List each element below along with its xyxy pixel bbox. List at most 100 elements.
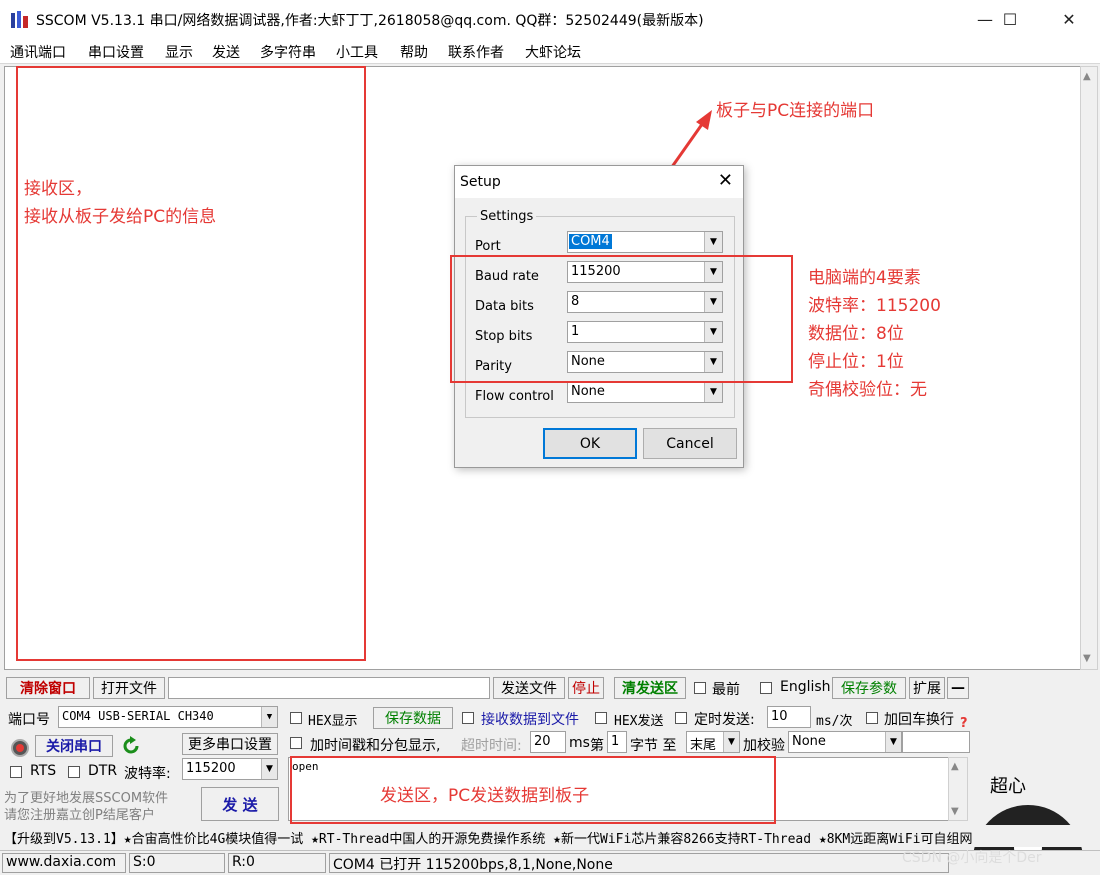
clear-send-button[interactable]: 清发送区: [614, 677, 686, 699]
hex-send-checkbox[interactable]: [595, 712, 607, 724]
cancel-button[interactable]: Cancel: [643, 428, 737, 459]
receive-area-note-1: 接收区，: [24, 179, 92, 199]
stop-button[interactable]: 停止: [568, 677, 604, 699]
file-path-input[interactable]: [168, 677, 490, 699]
interval-unit: ms/次: [816, 714, 853, 729]
menu-item-comm-port[interactable]: 通讯端口: [10, 42, 66, 62]
chevron-down-icon[interactable]: ▼: [723, 732, 739, 752]
english-label: English: [780, 679, 831, 695]
checksum-label: 加校验: [743, 738, 785, 754]
send-file-button[interactable]: 发送文件: [493, 677, 565, 699]
recv-to-file-label: 接收数据到文件: [481, 712, 579, 728]
watermark: CSDN @小向是个Der: [902, 850, 1042, 866]
chevron-down-icon[interactable]: ▼: [261, 707, 277, 727]
refresh-icon[interactable]: [120, 735, 142, 757]
chevron-down-icon[interactable]: ▼: [885, 732, 901, 752]
collapse-button[interactable]: —: [947, 677, 969, 699]
menu-item-send[interactable]: 发送: [212, 42, 240, 62]
dialog-close-icon[interactable]: ✕: [718, 170, 733, 191]
menu-item-serial-settings[interactable]: 串口设置: [88, 42, 144, 62]
timeout-unit: ms: [569, 735, 590, 751]
checksum-select[interactable]: None ▼: [788, 731, 902, 753]
save-params-button[interactable]: 保存参数: [832, 677, 906, 699]
chevron-down-icon[interactable]: ▼: [261, 759, 277, 779]
english-checkbox[interactable]: [760, 682, 772, 694]
flow-control-select[interactable]: None ▼: [567, 381, 723, 403]
byte-end-select[interactable]: 末尾 ▼: [686, 731, 740, 753]
port-number-label: 端口号: [8, 712, 50, 728]
baud-rate-select[interactable]: 115200 ▼: [182, 758, 278, 780]
hex-display-label: HEX显示: [308, 714, 358, 729]
chevron-down-icon[interactable]: ▼: [704, 382, 722, 402]
rts-checkbox[interactable]: [10, 766, 22, 778]
add-crlf-checkbox[interactable]: [866, 712, 878, 724]
add-crlf-label: 加回车换行: [884, 712, 954, 728]
topmost-label: 最前: [712, 682, 740, 698]
port-number-select[interactable]: COM4 USB-SERIAL CH340 ▼: [58, 706, 278, 728]
timestamp-checkbox[interactable]: [290, 737, 302, 749]
menu-item-tools[interactable]: 小工具: [336, 42, 378, 62]
port-note: 板子与PC连接的端口: [716, 101, 875, 121]
maximize-button[interactable]: ☐: [987, 0, 1033, 38]
open-file-button[interactable]: 打开文件: [93, 677, 165, 699]
interval-value: 10: [771, 709, 788, 724]
save-data-button[interactable]: 保存数据: [373, 707, 453, 729]
more-serial-settings-button[interactable]: 更多串口设置: [182, 733, 278, 755]
help-icon[interactable]: ?: [960, 716, 968, 731]
interval-input[interactable]: 10: [767, 706, 811, 728]
port-number-value: COM4 USB-SERIAL CH340: [62, 709, 214, 723]
byte-end-value: 末尾: [690, 738, 717, 753]
clear-window-button[interactable]: 清除窗口: [6, 677, 90, 699]
checksum-result-field: [902, 731, 970, 753]
menu-item-forum[interactable]: 大虾论坛: [525, 42, 581, 62]
menu-item-contact-author[interactable]: 联系作者: [448, 42, 504, 62]
expand-button[interactable]: 扩展: [909, 677, 945, 699]
topmost-checkbox[interactable]: [694, 682, 706, 694]
scroll-up-icon[interactable]: ▲: [951, 761, 959, 772]
menu-item-help[interactable]: 帮助: [400, 42, 428, 62]
title-bar: SSCOM V5.13.1 串口/网络数据调试器,作者:大虾丁丁,2618058…: [0, 0, 1100, 38]
sscom-app-icon: [11, 11, 28, 28]
chevron-down-icon[interactable]: ▼: [704, 232, 722, 252]
scroll-down-icon[interactable]: ▼: [1083, 653, 1091, 664]
menu-bar: 通讯端口 串口设置 显示 发送 多字符串 小工具 帮助 联系作者 大虾论坛: [0, 38, 1100, 64]
ok-button[interactable]: OK: [543, 428, 637, 459]
dtr-label: DTR: [88, 763, 118, 779]
news-ticker[interactable]: 【升级到V5.13.1】★合宙高性价比4G模块值得一试 ★RT-Thread中国…: [0, 825, 1100, 847]
params-note-3: 数据位：8位: [808, 324, 904, 344]
news-text: 【升级到V5.13.1】★合宙高性价比4G模块值得一试 ★RT-Thread中国…: [4, 832, 973, 847]
byte-start-input[interactable]: 1: [607, 731, 627, 753]
baud-rate-value: 115200: [186, 761, 236, 776]
send-button[interactable]: 发 送: [201, 787, 279, 821]
timeout-label: 超时时间:: [461, 738, 522, 754]
setup-dialog-title: Setup: [460, 174, 501, 190]
timed-send-checkbox[interactable]: [675, 712, 687, 724]
dtr-checkbox[interactable]: [68, 766, 80, 778]
timeout-input[interactable]: 20: [530, 731, 566, 753]
timestamp-label: 加时间戳和分包显示,: [310, 738, 441, 754]
author-logo: 超心: [990, 776, 1026, 797]
menu-item-display[interactable]: 显示: [165, 42, 193, 62]
status-site-link[interactable]: www.daxia.com: [2, 853, 126, 873]
flow-control-value: None: [571, 384, 605, 399]
close-button[interactable]: ✕: [1046, 0, 1092, 38]
close-port-button[interactable]: 关闭串口: [35, 735, 113, 757]
recv-to-file-checkbox[interactable]: [462, 712, 474, 724]
serial-params-highlight: [450, 255, 793, 383]
port-select-value: COM4: [569, 234, 612, 249]
port-status-icon: [11, 739, 29, 757]
receive-scrollbar[interactable]: ▲ ▼: [1080, 66, 1098, 670]
status-recv-count: R:0: [228, 853, 326, 873]
send-scrollbar[interactable]: ▲ ▼: [948, 757, 968, 821]
status-port-state: COM4 已打开 115200bps,8,1,None,None: [329, 853, 949, 873]
scroll-up-icon[interactable]: ▲: [1083, 71, 1091, 82]
port-select[interactable]: COM4 ▼: [567, 231, 723, 253]
byte-prefix-label: 第: [590, 738, 604, 754]
menu-item-multi-string[interactable]: 多字符串: [260, 42, 316, 62]
hex-display-checkbox[interactable]: [290, 712, 302, 724]
byte-suffix-label: 字节 至: [630, 738, 677, 754]
timeout-value: 20: [534, 734, 551, 749]
scroll-down-icon[interactable]: ▼: [951, 806, 959, 817]
rts-label: RTS: [30, 763, 57, 779]
baud-rate-label: 波特率:: [124, 766, 171, 782]
